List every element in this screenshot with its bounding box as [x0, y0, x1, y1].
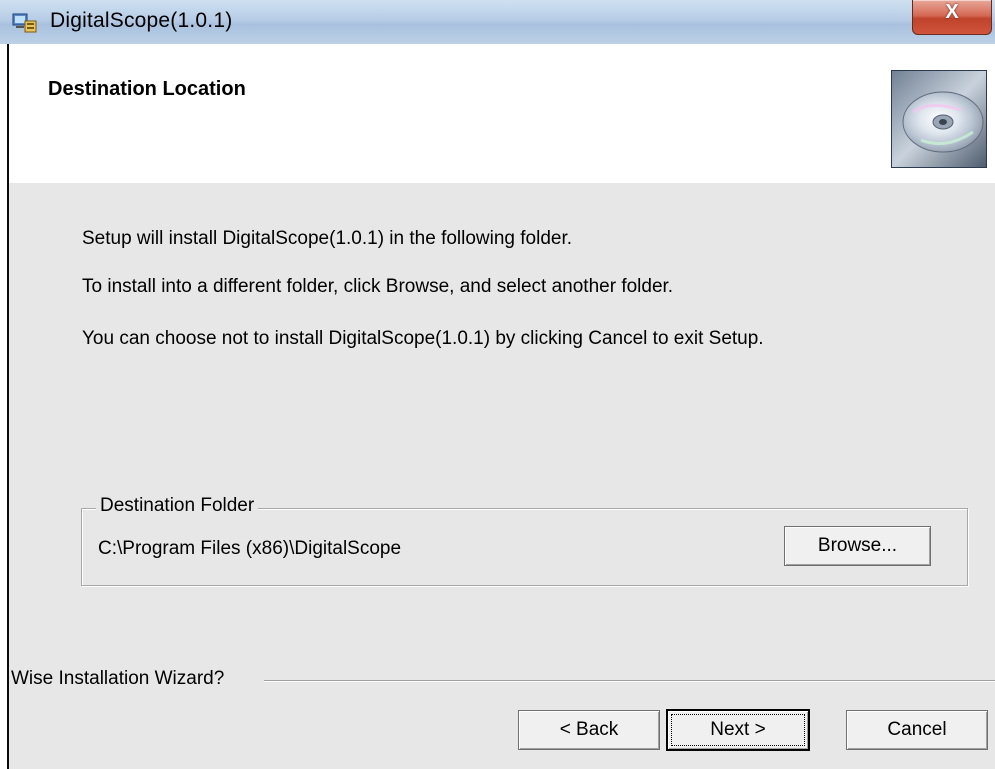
- cancel-button[interactable]: Cancel: [846, 710, 988, 750]
- content-panel: Setup will install DigitalScope(1.0.1) i…: [9, 183, 995, 769]
- close-button[interactable]: X: [912, 0, 992, 35]
- focus-indicator: [671, 714, 805, 746]
- wizard-branding: Wise Installation Wizard?: [9, 668, 995, 692]
- next-button[interactable]: Next >: [666, 709, 810, 751]
- cd-disc-icon: [891, 70, 987, 168]
- browse-button[interactable]: Browse...: [784, 526, 931, 566]
- window-left-border: [0, 44, 9, 769]
- title-bar[interactable]: DigitalScope(1.0.1) X: [0, 0, 995, 45]
- info-line-3: You can choose not to install DigitalSco…: [82, 328, 764, 349]
- back-button[interactable]: < Back: [518, 710, 660, 750]
- info-line-2: To install into a different folder, clic…: [82, 276, 674, 297]
- close-icon: X: [945, 1, 959, 23]
- info-line-1: Setup will install DigitalScope(1.0.1) i…: [82, 228, 573, 249]
- window-title: DigitalScope(1.0.1): [50, 9, 233, 32]
- destination-path: C:\Program Files (x86)\DigitalScope: [98, 538, 402, 559]
- wizard-label: Wise Installation Wizard?: [11, 668, 231, 690]
- destination-folder-group: Destination Folder C:\Program Files (x86…: [81, 495, 968, 586]
- divider: [264, 680, 995, 682]
- page-title: Destination Location: [48, 78, 246, 100]
- setup-app-icon: [12, 13, 37, 33]
- destination-folder-label: Destination Folder: [96, 495, 259, 517]
- header-panel: Destination Location: [9, 44, 995, 183]
